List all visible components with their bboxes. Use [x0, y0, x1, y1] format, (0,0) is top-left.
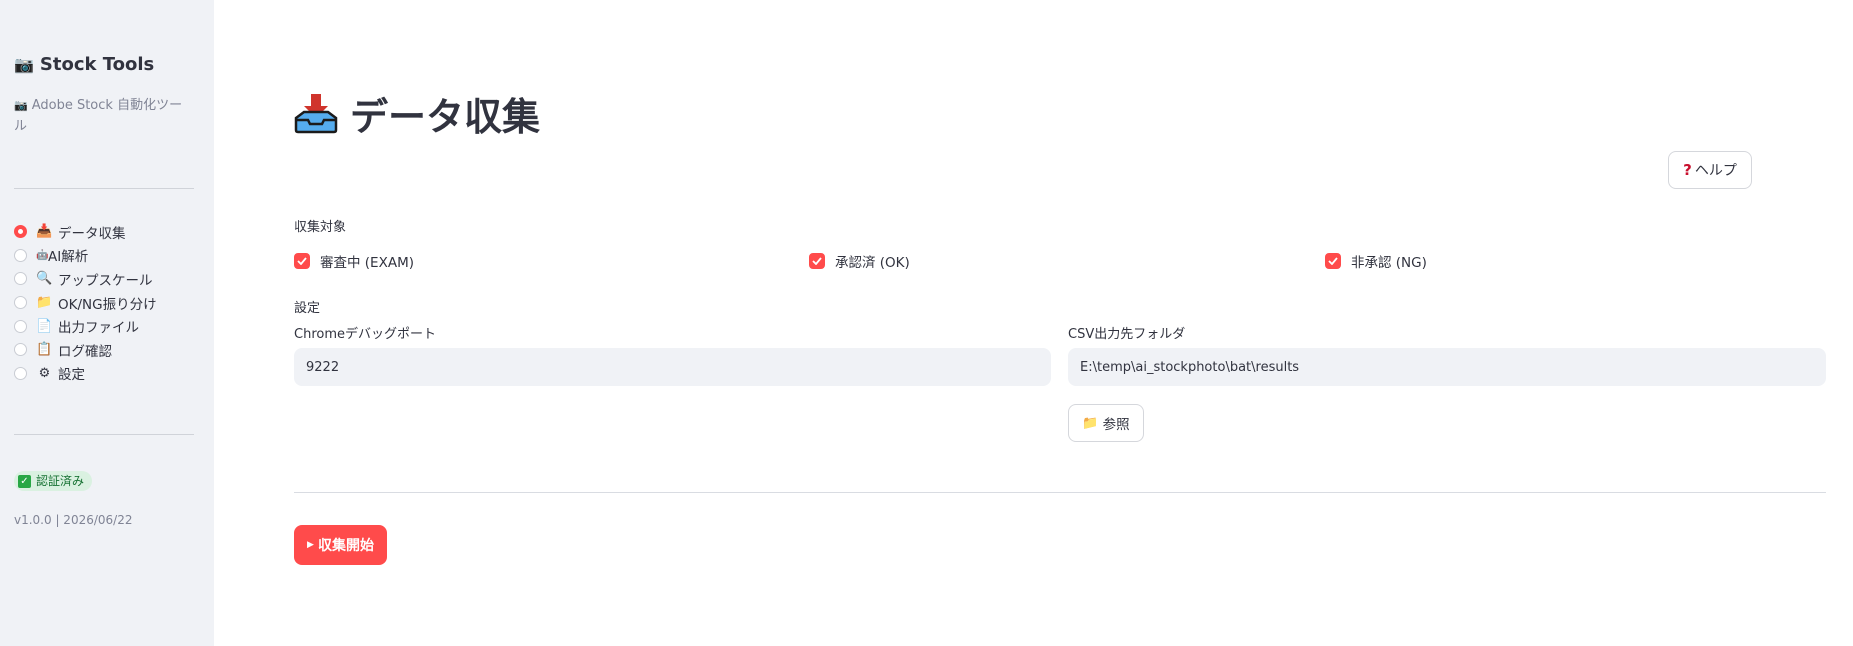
nav-item-data-collection[interactable]: 📥 データ収集 — [14, 220, 157, 244]
magnifier-icon: 🔍 — [36, 271, 53, 287]
nav-label: データ収集 — [58, 225, 126, 242]
clipboard-icon: 📋 — [36, 342, 53, 358]
checkbox-label: 審査中 (EXAM) — [320, 255, 414, 271]
radio-button[interactable] — [14, 272, 27, 286]
checkbox-ok[interactable]: 承認済 (OK) — [809, 251, 910, 271]
auth-status-badge: ✓ 認証済み — [14, 471, 93, 491]
port-field-label: Chromeデバッグポート — [294, 327, 436, 342]
nav-radio-group: 📥 データ収集 🤖 AI解析 🔍 アップスケール 📁 OK/NG振り分け 📄 出… — [14, 220, 157, 385]
nav-item-upscale[interactable]: 🔍 アップスケール — [14, 267, 157, 291]
nav-label: 設定 — [58, 367, 85, 384]
sidebar-divider — [14, 188, 194, 189]
nav-item-settings[interactable]: ⚙ 設定 — [14, 362, 157, 386]
nav-label: AI解析 — [48, 249, 89, 266]
checkbox-checked[interactable] — [809, 253, 825, 269]
radio-button[interactable] — [14, 366, 27, 380]
page-title-text: データ収集 — [350, 95, 541, 139]
robot-icon: 🤖 — [36, 249, 49, 261]
target-section-label: 収集対象 — [294, 220, 347, 235]
radio-button[interactable] — [14, 343, 27, 357]
checkbox-exam[interactable]: 審査中 (EXAM) — [294, 251, 414, 271]
nav-label: OK/NG振り分け — [58, 296, 157, 313]
help-button[interactable]: ? ヘルプ — [1668, 151, 1752, 189]
nav-item-ok-ng-sort[interactable]: 📁 OK/NG振り分け — [14, 291, 157, 315]
question-mark-icon: ? — [1683, 161, 1692, 179]
checkbox-checked[interactable] — [1325, 253, 1341, 269]
app-title-text: Stock Tools — [39, 54, 155, 75]
nav-label: アップスケール — [58, 272, 153, 289]
app-title: 📷 Stock Tools — [14, 54, 154, 75]
sidebar: 📷 Stock Tools 📷 Adobe Stock 自動化ツール 📥 データ収集… — [0, 0, 214, 646]
settings-section-label: 設定 — [294, 301, 321, 316]
help-button-label: ヘルプ — [1694, 163, 1737, 179]
inbox-tray-icon: 📥 — [36, 224, 53, 240]
browse-button-label: 参照 — [1102, 417, 1130, 433]
start-collection-button[interactable]: ▶ 収集開始 — [294, 525, 387, 565]
play-icon: ▶ — [307, 540, 314, 550]
auth-label: 認証済み — [36, 474, 85, 488]
folder-icon: 📁 — [36, 295, 53, 311]
checkbox-label: 承認済 (OK) — [835, 255, 910, 271]
inbox-tray-icon — [294, 93, 338, 133]
main-divider — [294, 492, 1826, 493]
checkbox-label: 非承認 (NG) — [1351, 255, 1427, 271]
port-input[interactable]: 9222 — [294, 348, 1051, 386]
radio-button[interactable] — [14, 319, 27, 333]
folder-input[interactable]: E:\temp\ai_stockphoto\bat\results — [1068, 348, 1826, 386]
start-button-label: 収集開始 — [317, 538, 374, 554]
camera-small-icon: 📷 — [14, 99, 28, 112]
browse-button[interactable]: 📁 参照 — [1068, 404, 1144, 442]
radio-button[interactable] — [14, 248, 27, 262]
page-title: データ収集 — [294, 86, 540, 141]
document-icon: 📄 — [36, 318, 53, 334]
nav-item-log[interactable]: 📋 ログ確認 — [14, 338, 157, 362]
app-subtitle-text: Adobe Stock 自動化ツール — [14, 98, 183, 134]
folder-field-label: CSV出力先フォルダ — [1068, 327, 1186, 342]
radio-button[interactable] — [14, 225, 27, 239]
sidebar-divider — [14, 434, 194, 435]
gear-icon: ⚙ — [38, 365, 51, 381]
nav-label: ログ確認 — [58, 343, 112, 360]
checkbox-checked[interactable] — [294, 253, 310, 269]
nav-item-ai-analysis[interactable]: 🤖 AI解析 — [14, 244, 157, 268]
nav-item-output-files[interactable]: 📄 出力ファイル — [14, 314, 157, 338]
radio-button[interactable] — [14, 296, 27, 310]
folder-icon: 📁 — [1082, 415, 1099, 431]
check-mark-icon: ✓ — [18, 474, 31, 488]
camera-icon: 📷 — [14, 55, 34, 74]
nav-label: 出力ファイル — [58, 320, 139, 337]
version-text: v1.0.0 | 2026/06/22 — [14, 513, 133, 527]
app-subtitle: 📷 Adobe Stock 自動化ツール — [14, 95, 184, 137]
checkbox-ng[interactable]: 非承認 (NG) — [1325, 251, 1427, 271]
